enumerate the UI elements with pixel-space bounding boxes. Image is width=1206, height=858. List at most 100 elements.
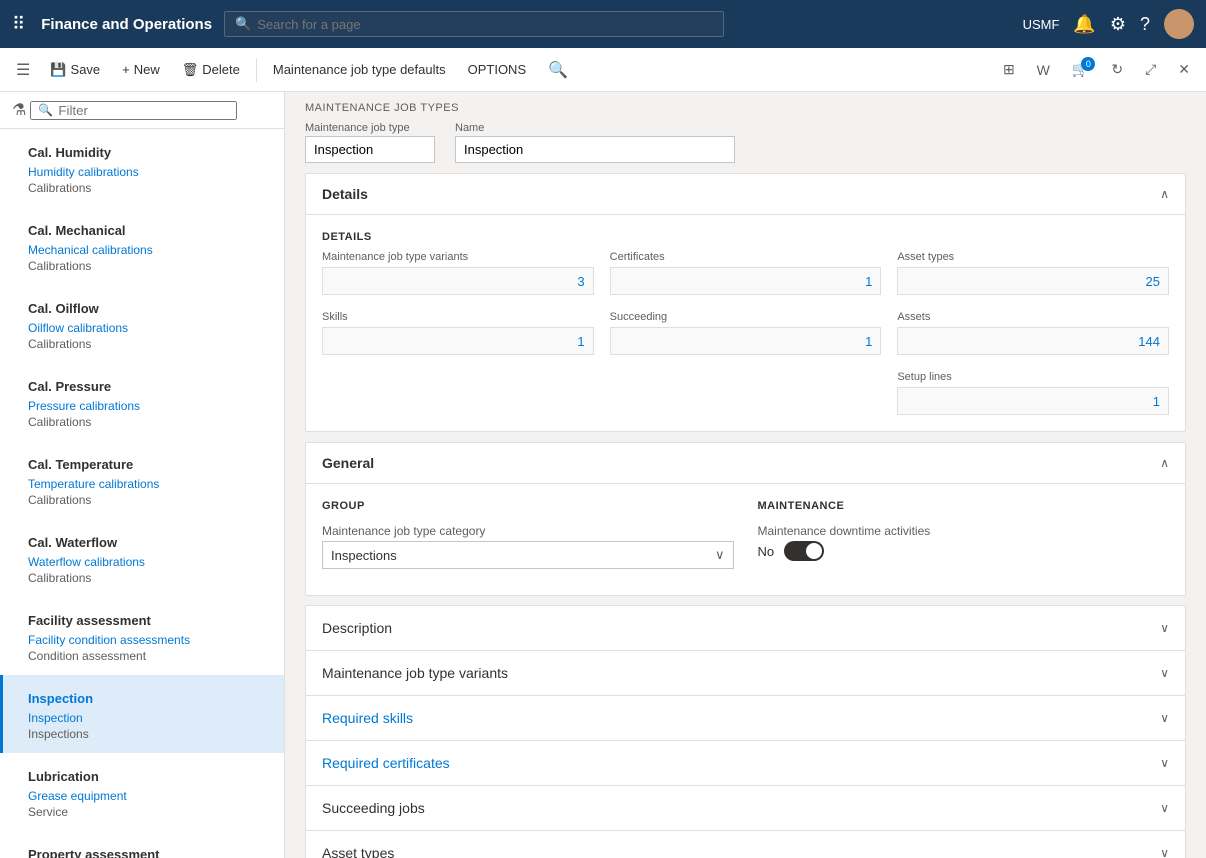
details-sub-label: DETAILS [322, 231, 1169, 243]
sidebar-item-group[interactable]: Cal. PressurePressure calibrationsCalibr… [0, 363, 284, 441]
help-icon[interactable]: ? [1140, 14, 1150, 35]
variants-value[interactable]: 3 [322, 267, 594, 295]
asset-types-value[interactable]: 25 [897, 267, 1169, 295]
delete-button[interactable]: 🗑 Delete [172, 56, 250, 84]
filter-search-icon: 🔍 [38, 103, 53, 117]
collapsed-section-title: Asset types [322, 845, 394, 858]
category-select[interactable]: Inspections ∨ [322, 541, 734, 569]
sidebar-item-main[interactable]: Cal. Temperature [14, 449, 270, 476]
sidebar-item-sub[interactable]: Calibrations [14, 570, 270, 591]
collapsed-header[interactable]: Required certificates∨ [306, 741, 1185, 785]
succeeding-block: Succeeding 1 [610, 311, 882, 355]
sidebar-item-sub[interactable]: Oilflow calibrations [14, 320, 270, 336]
succeeding-label: Succeeding [610, 311, 882, 323]
filter-toggle-icon[interactable]: ⚗ [8, 96, 30, 124]
collapsed-header[interactable]: Description∨ [306, 606, 1185, 650]
collapsed-header[interactable]: Asset types∨ [306, 831, 1185, 858]
sidebar-item-group[interactable]: Cal. MechanicalMechanical calibrationsCa… [0, 207, 284, 285]
sidebar-item-sub[interactable]: Calibrations [14, 336, 270, 357]
collapsed-section-title: Required certificates [322, 755, 450, 771]
refresh-icon[interactable]: ↻ [1103, 55, 1131, 84]
details-title: Details [322, 186, 368, 202]
sidebar-filter-input[interactable] [30, 101, 237, 120]
collapsed-sections: Description∨Maintenance job type variant… [285, 605, 1206, 858]
save-icon: 💾 [50, 62, 66, 78]
sidebar-item-main[interactable]: Cal. Mechanical [14, 215, 270, 242]
sidebar-item-sub[interactable]: Calibrations [14, 180, 270, 201]
hamburger-icon[interactable]: ☰ [8, 54, 38, 86]
sidebar-item-main[interactable]: Property assessment [14, 839, 270, 858]
notification-icon[interactable]: 🔔 [1073, 14, 1095, 35]
collapsed-header[interactable]: Succeeding jobs∨ [306, 786, 1185, 830]
general-card-header[interactable]: General ∧ [306, 443, 1185, 484]
sidebar-item-main[interactable]: Cal. Humidity [14, 137, 270, 164]
sidebar-item-sub[interactable]: Temperature calibrations [14, 476, 270, 492]
field-group-name: Name [455, 122, 735, 163]
succeeding-value[interactable]: 1 [610, 327, 882, 355]
sidebar-item-main[interactable]: Cal. Pressure [14, 371, 270, 398]
sidebar-item-sub[interactable]: Waterflow calibrations [14, 554, 270, 570]
sidebar-item-main[interactable]: Inspection [14, 683, 270, 710]
name-input[interactable] [455, 136, 735, 163]
sidebar-item-sub[interactable]: Calibrations [14, 414, 270, 435]
word-icon[interactable]: W [1029, 56, 1058, 84]
sidebar-item-group[interactable]: Property assessmentProperty condition as… [0, 831, 284, 858]
avatar[interactable] [1164, 9, 1194, 39]
collapsed-section: Asset types∨ [305, 830, 1186, 858]
sidebar-item-sub[interactable]: Calibrations [14, 258, 270, 279]
search-link[interactable]: 🔍 [538, 54, 578, 86]
sidebar-item-sub[interactable]: Mechanical calibrations [14, 242, 270, 258]
search-input[interactable] [257, 17, 713, 32]
sidebar-item-sub[interactable]: Humidity calibrations [14, 164, 270, 180]
sidebar-item-group[interactable]: Cal. WaterflowWaterflow calibrationsCali… [0, 519, 284, 597]
sidebar-item-main[interactable]: Facility assessment [14, 605, 270, 632]
new-button[interactable]: + New [112, 56, 170, 83]
search-bar[interactable]: 🔍 [224, 11, 724, 37]
sidebar-item-sub[interactable]: Inspections [14, 726, 270, 747]
sidebar-item-group[interactable]: Cal. TemperatureTemperature calibrations… [0, 441, 284, 519]
sidebar-item-group[interactable]: Facility assessmentFacility condition as… [0, 597, 284, 675]
setup-lines-value[interactable]: 1 [897, 387, 1169, 415]
popout-icon[interactable]: ⤢ [1137, 55, 1164, 84]
toolbar: ☰ 💾 Save + New 🗑 Delete Maintenance job … [0, 48, 1206, 92]
close-icon[interactable]: ✕ [1170, 55, 1198, 84]
certs-value[interactable]: 1 [610, 267, 882, 295]
sidebar-item-main[interactable]: Cal. Waterflow [14, 527, 270, 554]
details-card-body: DETAILS Maintenance job type variants 3 … [306, 215, 1185, 431]
details-col1: Maintenance job type variants 3 Skills 1 [322, 251, 594, 415]
sidebar-item-sub[interactable]: Calibrations [14, 492, 270, 513]
sidebar-item-group[interactable]: Cal. HumidityHumidity calibrationsCalibr… [0, 129, 284, 207]
save-button[interactable]: 💾 Save [40, 56, 110, 84]
sidebar-item-group[interactable]: LubricationGrease equipmentService [0, 753, 284, 831]
variants-block: Maintenance job type variants 3 [322, 251, 594, 295]
skills-value[interactable]: 1 [322, 327, 594, 355]
asset-types-block: Asset types 25 [897, 251, 1169, 295]
sidebar-item-main[interactable]: Cal. Oilflow [14, 293, 270, 320]
notif-badge-button[interactable]: 🛒 0 [1064, 55, 1097, 84]
waffle-icon[interactable]: ⠿ [12, 14, 25, 35]
sidebar-item-sub[interactable]: Condition assessment [14, 648, 270, 669]
sidebar-item-sub[interactable]: Pressure calibrations [14, 398, 270, 414]
sidebar-item-main[interactable]: Lubrication [14, 761, 270, 788]
field-group-type: Maintenance job type [305, 122, 435, 163]
settings-icon[interactable]: ⚙ [1110, 14, 1126, 35]
grid-icon[interactable]: ⊞ [995, 55, 1023, 84]
options-link[interactable]: OPTIONS [458, 56, 537, 83]
type-input[interactable] [305, 136, 435, 163]
details-col2: Certificates 1 Succeeding 1 [610, 251, 882, 415]
sidebar-item-group[interactable]: InspectionInspectionInspections [0, 675, 284, 753]
details-card-header[interactable]: Details ∧ [306, 174, 1185, 215]
sidebar-item-sub[interactable]: Facility condition assessments [14, 632, 270, 648]
sidebar-item-sub[interactable]: Inspection [14, 710, 270, 726]
downtime-toggle[interactable] [784, 541, 824, 561]
assets-value[interactable]: 144 [897, 327, 1169, 355]
collapsed-header[interactable]: Maintenance job type variants∨ [306, 651, 1185, 695]
app-title: Finance and Operations [41, 16, 212, 33]
sidebar-item-sub[interactable]: Service [14, 804, 270, 825]
defaults-link[interactable]: Maintenance job type defaults [263, 56, 456, 83]
sidebar-item-group[interactable]: Cal. OilflowOilflow calibrationsCalibrat… [0, 285, 284, 363]
collapsed-header[interactable]: Required skills∨ [306, 696, 1185, 740]
toolbar-right: ⊞ W 🛒 0 ↻ ⤢ ✕ [995, 55, 1198, 84]
separator [256, 58, 257, 82]
sidebar-item-sub[interactable]: Grease equipment [14, 788, 270, 804]
